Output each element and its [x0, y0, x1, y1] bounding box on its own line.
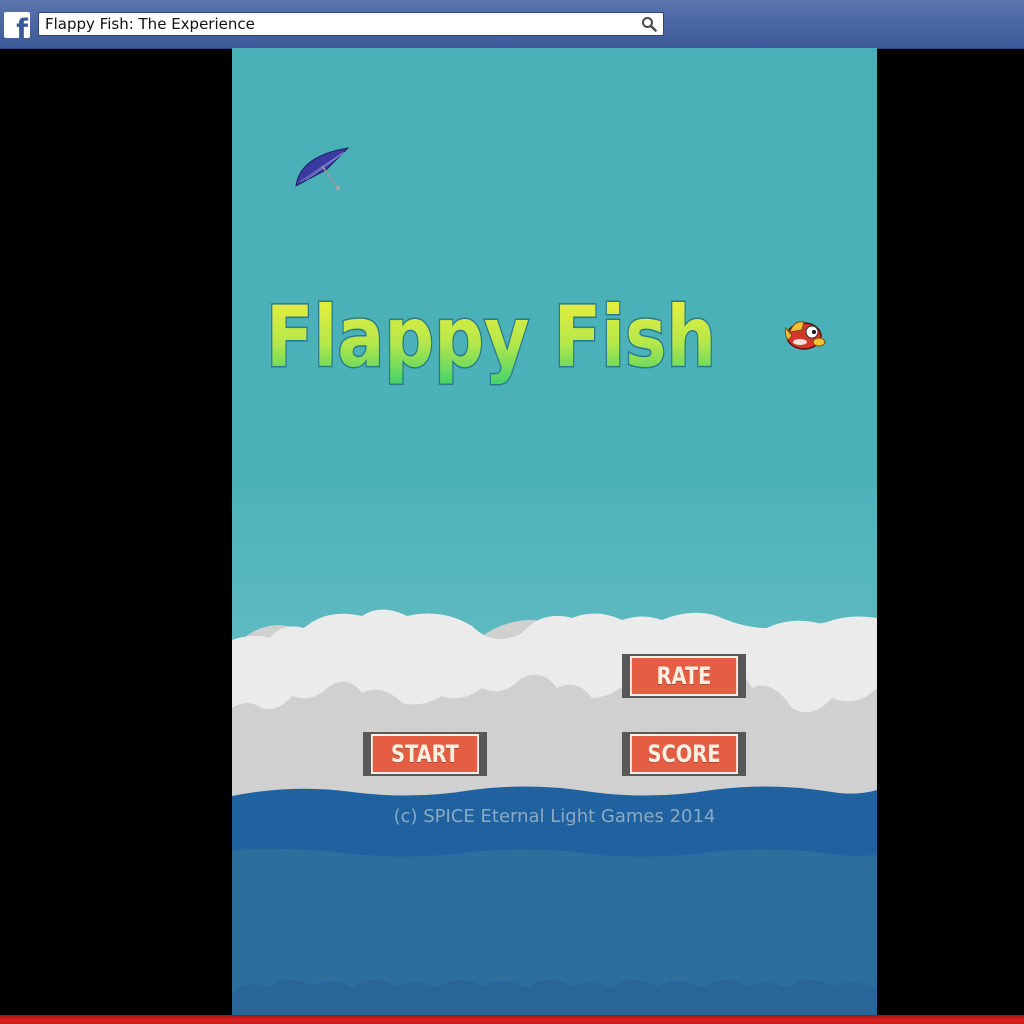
sea-floor-waves — [232, 979, 877, 1015]
facebook-logo-icon[interactable]: f — [4, 12, 30, 38]
copyright-text: (c) SPICE Eternal Light Games 2014 — [393, 806, 716, 827]
bottom-bar — [0, 1015, 1024, 1024]
rate-button-label: RATE — [630, 656, 738, 696]
start-button[interactable]: START — [363, 732, 487, 776]
start-button-label: START — [371, 734, 479, 774]
score-button-label: SCORE — [630, 734, 738, 774]
search-input[interactable] — [39, 13, 635, 35]
game-canvas[interactable]: Flappy Fish RATE START SCORE (c) SPICE E… — [232, 48, 877, 1015]
fish-character-icon — [784, 321, 826, 350]
rate-button[interactable]: RATE — [622, 654, 746, 698]
facebook-logo-letter: f — [16, 14, 28, 38]
browser-toolbar: f — [0, 0, 1024, 49]
search-icon[interactable] — [641, 16, 657, 32]
umbrella-icon — [295, 147, 350, 190]
score-button[interactable]: SCORE — [622, 732, 746, 776]
game-title: Flappy Fish — [265, 287, 718, 388]
search-box[interactable] — [38, 12, 664, 36]
game-title-text: Flappy Fish — [266, 288, 716, 386]
